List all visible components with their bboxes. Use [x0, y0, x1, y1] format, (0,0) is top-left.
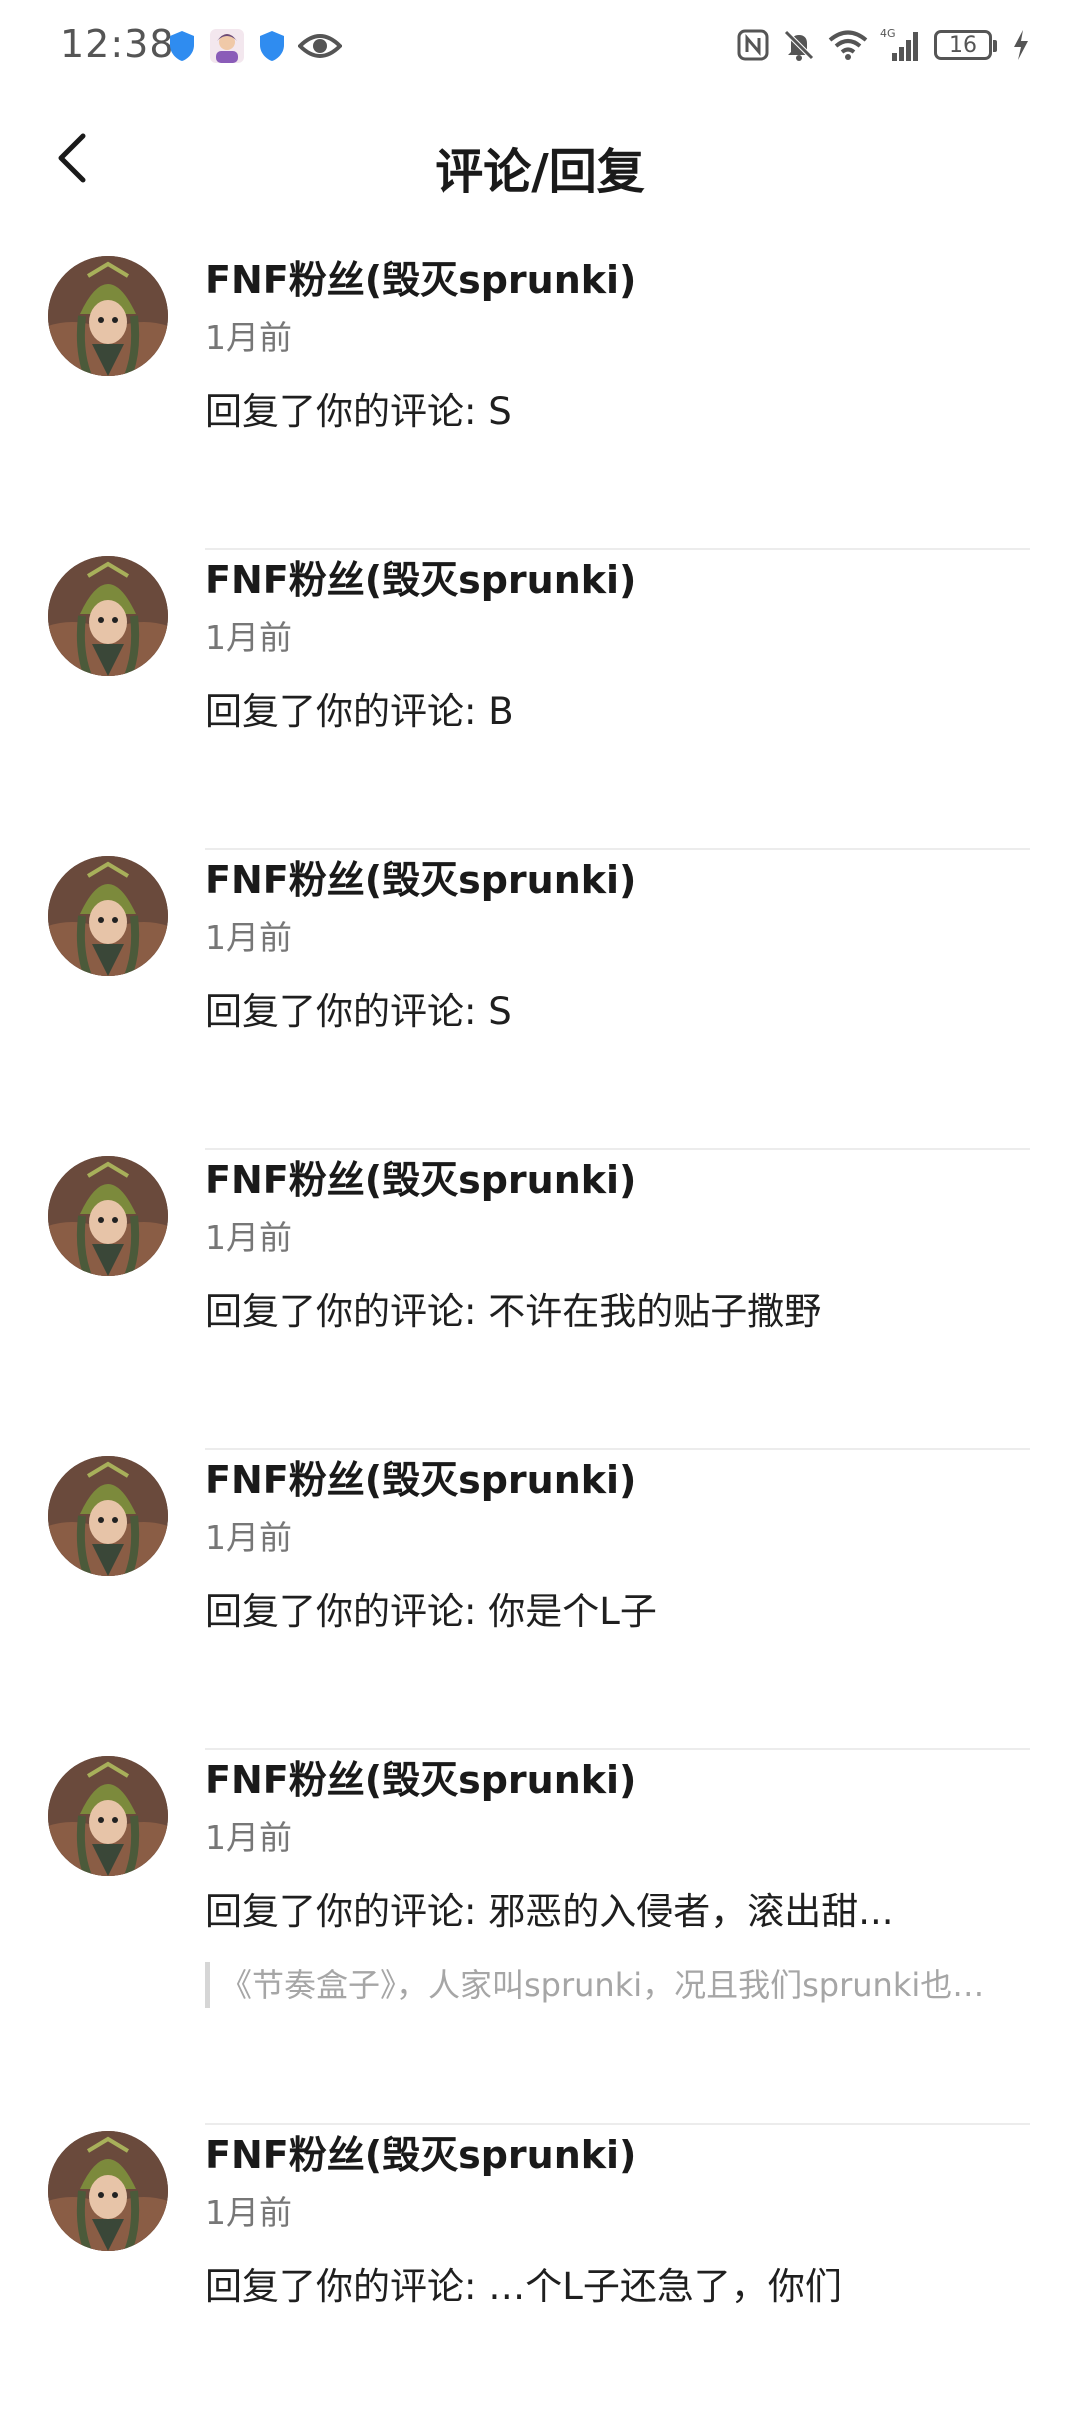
reply-time: 1月前: [205, 1818, 292, 1857]
reply-body: FNF粉丝(毁灭sprunki) 1月前 回复了你的评论: …个L子还急了，你们: [205, 2125, 1030, 2315]
user-name[interactable]: FNF粉丝(毁灭sprunki): [205, 854, 1030, 906]
reply-item[interactable]: FNF粉丝(毁灭sprunki) 1月前 回复了你的评论: 邪恶的入侵者，滚出甜…: [0, 1750, 1080, 2125]
reply-body: FNF粉丝(毁灭sprunki) 1月前 回复了你的评论: 邪恶的入侵者，滚出甜…: [205, 1750, 1030, 2008]
reply-text[interactable]: 回复了你的评论: …个L子还急了，你们: [205, 2259, 1030, 2315]
reply-time: 1月前: [205, 918, 292, 957]
header: 评论/回复: [0, 110, 1080, 210]
reply-time: 1月前: [205, 318, 292, 357]
avatar[interactable]: [48, 856, 168, 976]
avatar[interactable]: [48, 256, 168, 376]
status-left-icons: [168, 26, 342, 66]
reply-time: 1月前: [205, 2193, 292, 2232]
user-name[interactable]: FNF粉丝(毁灭sprunki): [205, 254, 1030, 306]
reply-text[interactable]: 回复了你的评论: B: [205, 684, 1030, 740]
charging-icon: [1012, 29, 1030, 61]
mute-bell-icon: [782, 28, 816, 62]
reply-time: 1月前: [205, 618, 292, 657]
user-name[interactable]: FNF粉丝(毁灭sprunki): [205, 2129, 1030, 2181]
svg-text:4G: 4G: [880, 27, 896, 40]
eye-icon: [298, 30, 342, 62]
reply-text[interactable]: 回复了你的评论: 不许在我的贴子撒野: [205, 1284, 1030, 1340]
reply-list: FNF粉丝(毁灭sprunki) 1月前 回复了你的评论: S FNF粉丝(毁灭…: [0, 250, 1080, 2425]
reply-body: FNF粉丝(毁灭sprunki) 1月前 回复了你的评论: S: [205, 250, 1030, 440]
user-name[interactable]: FNF粉丝(毁灭sprunki): [205, 1754, 1030, 1806]
avatar[interactable]: [48, 2131, 168, 2251]
reply-body: FNF粉丝(毁灭sprunki) 1月前 回复了你的评论: 不许在我的贴子撒野: [205, 1150, 1030, 1340]
signal-4g-icon: 4G: [880, 27, 922, 63]
reply-item[interactable]: FNF粉丝(毁灭sprunki) 1月前 回复了你的评论: S: [0, 850, 1080, 1150]
battery-level: 16: [949, 32, 977, 58]
quoted-comment[interactable]: 《节奏盒子》，人家叫sprunki，况且我们sprunki也…: [205, 1962, 1030, 2008]
reply-body: FNF粉丝(毁灭sprunki) 1月前 回复了你的评论: B: [205, 550, 1030, 740]
shield-icon: [168, 30, 196, 62]
battery-icon: 16: [934, 30, 997, 60]
reply-body: FNF粉丝(毁灭sprunki) 1月前 回复了你的评论: 你是个L子: [205, 1450, 1030, 1640]
avatar[interactable]: [48, 1156, 168, 1276]
user-name[interactable]: FNF粉丝(毁灭sprunki): [205, 1154, 1030, 1206]
reply-text[interactable]: 回复了你的评论: 你是个L子: [205, 1584, 1030, 1640]
reply-body: FNF粉丝(毁灭sprunki) 1月前 回复了你的评论: S: [205, 850, 1030, 1040]
reply-time: 1月前: [205, 1518, 292, 1557]
user-name[interactable]: FNF粉丝(毁灭sprunki): [205, 1454, 1030, 1506]
reply-time: 1月前: [205, 1218, 292, 1257]
user-name[interactable]: FNF粉丝(毁灭sprunki): [205, 554, 1030, 606]
status-time: 12:38: [60, 22, 175, 66]
reply-text[interactable]: 回复了你的评论: S: [205, 984, 1030, 1040]
reply-item[interactable]: FNF粉丝(毁灭sprunki) 1月前 回复了你的评论: …个L子还急了，你们: [0, 2125, 1080, 2425]
reply-item[interactable]: FNF粉丝(毁灭sprunki) 1月前 回复了你的评论: S: [0, 250, 1080, 550]
avatar-notification-icon: [208, 27, 246, 65]
reply-text[interactable]: 回复了你的评论: 邪恶的入侵者，滚出甜...: [205, 1884, 1030, 1940]
wifi-icon: [828, 29, 868, 61]
status-bar: 12:38 4G 16: [0, 0, 1080, 92]
reply-text[interactable]: 回复了你的评论: S: [205, 384, 1030, 440]
avatar[interactable]: [48, 1756, 168, 1876]
status-right-icons: 4G 16: [736, 24, 1030, 66]
reply-item[interactable]: FNF粉丝(毁灭sprunki) 1月前 回复了你的评论: 你是个L子: [0, 1450, 1080, 1750]
reply-item[interactable]: FNF粉丝(毁灭sprunki) 1月前 回复了你的评论: B: [0, 550, 1080, 850]
reply-item[interactable]: FNF粉丝(毁灭sprunki) 1月前 回复了你的评论: 不许在我的贴子撒野: [0, 1150, 1080, 1450]
shield-icon: [258, 30, 286, 62]
avatar[interactable]: [48, 1456, 168, 1576]
nfc-icon: [736, 28, 770, 62]
avatar[interactable]: [48, 556, 168, 676]
page-title: 评论/回复: [435, 144, 645, 200]
